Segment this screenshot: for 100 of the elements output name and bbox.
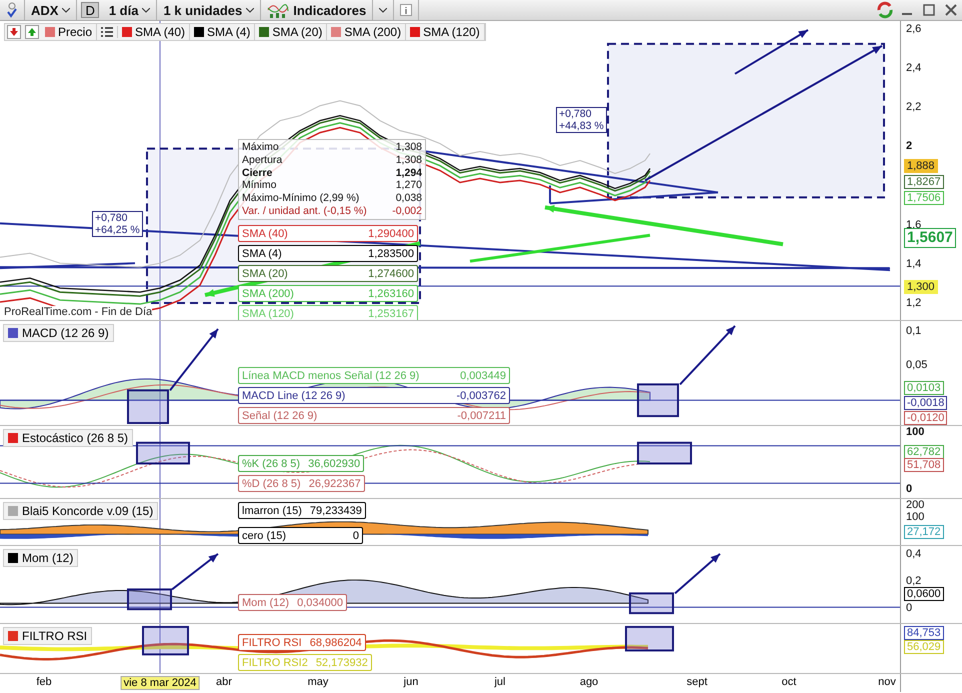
indicator-tag: FILTRO RSI 68,986204: [238, 634, 366, 651]
axis-label: 2,2: [906, 101, 922, 114]
info-label: Máximo-Mínimo (2,99 %): [242, 192, 360, 205]
info-value: 1,308: [396, 154, 422, 167]
cursor-date-label: vie 8 mar 2024: [120, 676, 200, 690]
legend-item[interactable]: SMA (20): [255, 24, 328, 40]
indicator-tag: Señal (12 26 9) -0,007211: [238, 407, 510, 424]
price-tag: 1,888: [904, 159, 938, 173]
highlight-rectangle: [637, 442, 692, 464]
caret-icon: [246, 8, 254, 12]
change-text: +0,780: [95, 212, 128, 224]
indicator-tag: SMA (120) 1,253167: [238, 305, 418, 320]
axis-label: abr: [215, 676, 233, 688]
highlight-rectangle: [136, 442, 190, 464]
indicator-tag: SMA (4) 1,283500: [238, 245, 418, 262]
axis-label: 0,1: [906, 325, 922, 337]
legend-item[interactable]: SMA (4): [190, 24, 256, 40]
axis-label: jun: [402, 676, 420, 688]
axis-label: 1,6: [906, 218, 922, 231]
info-label: Var. / unidad ant. (-0,15 %): [242, 204, 367, 218]
axis-label: 1,2: [906, 297, 922, 309]
highlight-rectangle: [629, 592, 674, 614]
value-tag: -0,0120: [904, 411, 948, 425]
change-text: +44,83 %: [559, 120, 604, 132]
indicator-tag: cero (15) 0: [238, 527, 363, 544]
timeframe-dropdown[interactable]: 1 día: [102, 0, 158, 20]
info-value: 1,294: [396, 166, 422, 180]
value-tag: 0,0600: [904, 587, 944, 601]
info-label: Máximo: [242, 141, 279, 154]
value-tag: 51,708: [904, 458, 944, 472]
panel-title[interactable]: Estocástico (26 8 5): [3, 429, 134, 447]
indicator-tag: Mom (12) 0,034000: [238, 594, 347, 611]
indicator-tag: MACD Line (12 26 9) -0,003762: [238, 387, 510, 404]
legend-item[interactable]: Precio: [41, 24, 98, 40]
price-tag: 1,5607: [904, 228, 956, 248]
panel-title[interactable]: Mom (12): [3, 549, 78, 567]
axis-label: 2,4: [906, 62, 922, 74]
value-tag: 27,172: [904, 525, 944, 539]
info-label: Cierre: [242, 166, 272, 180]
axis-label: 100: [906, 511, 924, 523]
info-value: 1,308: [396, 141, 422, 154]
legend-item[interactable]: SMA (40): [118, 24, 190, 40]
axis-label: 0,4: [906, 548, 922, 560]
panel-title[interactable]: MACD (12 26 9): [3, 324, 114, 342]
axis-label: 0,05: [906, 359, 928, 371]
value-tag: 56,029: [904, 640, 944, 654]
axis-label: 0,2: [906, 575, 922, 587]
arrow-down-icon[interactable]: [7, 25, 21, 39]
axis-label: oct: [780, 676, 798, 688]
change-text: +0,780: [559, 108, 592, 120]
axis-label: 2: [906, 140, 912, 152]
arrow: [679, 325, 736, 386]
highlight-rectangle: [127, 588, 172, 610]
axis-label: 0: [906, 602, 912, 614]
indicator-tag: FILTRO RSI2 52,173932: [238, 654, 372, 671]
axis-label: nov: [877, 676, 897, 688]
axis-label: 100: [906, 426, 924, 438]
indicator-tag: %K (26 8 5) 36,602930: [238, 455, 364, 472]
highlight-rectangle: [625, 626, 674, 652]
change-text: +64,25 %: [95, 224, 140, 236]
highlight-rectangle: [637, 383, 679, 418]
axis-label: jul: [493, 676, 506, 688]
value-tag: 84,753: [904, 626, 944, 640]
panel-title[interactable]: Blai5 Koncorde v.09 (15): [3, 502, 158, 520]
indicator-tag: SMA (20) 1,274600: [238, 265, 418, 282]
symbol-dropdown[interactable]: ADX: [25, 0, 78, 20]
arrow-up-icon[interactable]: [25, 25, 39, 39]
price-tag: 1,300: [904, 280, 938, 294]
indicator-tag: %D (26 8 5) 26,922367: [238, 475, 365, 492]
axis-label: ago: [578, 676, 600, 688]
value-tag: 62,782: [904, 445, 944, 459]
axis-label: sept: [686, 676, 708, 688]
legend-item[interactable]: SMA (200): [327, 24, 406, 40]
indicator-tag: SMA (200) 1,263160: [238, 285, 418, 302]
axis-label: may: [306, 676, 330, 688]
price-tag: 1,8267: [904, 175, 944, 189]
units-dropdown[interactable]: 1 k unidades: [157, 0, 262, 20]
panel-title[interactable]: FILTRO RSI: [3, 627, 92, 645]
indicators-button[interactable]: Indicadores: [261, 0, 374, 20]
source-label: ProRealTime.com - Fin de Día: [4, 306, 152, 318]
chart-icon: [267, 2, 290, 18]
period-button[interactable]: D: [81, 2, 99, 18]
axis-label: 1,4: [906, 258, 922, 270]
caret-icon: [62, 8, 70, 12]
arrow: [169, 328, 219, 391]
info-label: Mínimo: [242, 179, 276, 192]
price-tag: 1,7506: [904, 191, 944, 205]
legend-item[interactable]: SMA (120): [406, 24, 485, 40]
value-tag: -0,0018: [904, 396, 948, 410]
info-value: 1,270: [396, 179, 422, 192]
axis-label: 200: [906, 499, 924, 511]
value-tag: 0,0103: [904, 381, 944, 395]
info-value: -0,002: [392, 204, 422, 218]
highlight-rectangle: [142, 626, 189, 656]
indicator-tag: Línea MACD menos Señal (12 26 9) 0,003449: [238, 367, 510, 384]
info-label: Apertura: [242, 154, 282, 167]
axis-label: 2,6: [906, 23, 922, 35]
axis-label: 0: [906, 483, 912, 495]
info-value: 0,038: [396, 192, 422, 205]
indicator-tag: lmarron (15) 79,233439: [238, 502, 366, 519]
